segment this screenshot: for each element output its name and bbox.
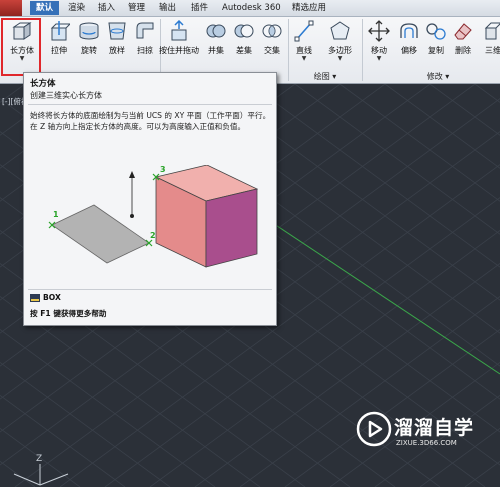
3d-operation-icon bbox=[484, 22, 500, 40]
polygon-button[interactable]: 多边形 ▼ bbox=[322, 17, 358, 73]
offset-icon bbox=[400, 23, 418, 38]
tooltip-help-hint: 按 F1 键获得更多帮助 bbox=[30, 309, 107, 318]
copy-icon bbox=[426, 23, 446, 40]
box-side-face bbox=[205, 188, 258, 268]
loft-icon bbox=[108, 22, 126, 40]
sweep-icon bbox=[136, 22, 154, 39]
tooltip-divider bbox=[28, 104, 272, 105]
sweep-button-label: 扫掠 bbox=[137, 46, 153, 55]
point-label-2: 2 bbox=[150, 231, 156, 240]
tooltip-command-name: BOX bbox=[43, 293, 61, 302]
sweep-button[interactable]: 扫掠 bbox=[129, 17, 161, 73]
tab-autodesk-360[interactable]: Autodesk 360 bbox=[216, 1, 287, 15]
presspull-button[interactable]: 按住并拖动 bbox=[158, 17, 200, 73]
watermark-text: 溜溜自学 bbox=[394, 417, 475, 439]
polygon-icon bbox=[330, 21, 350, 40]
grid-line bbox=[0, 84, 26, 103]
ucs-z-label: Z bbox=[36, 454, 42, 464]
ucs-icon: Z bbox=[13, 454, 69, 486]
presspull-icon bbox=[171, 20, 187, 41]
eraser-icon bbox=[454, 23, 472, 40]
union-icon bbox=[206, 24, 226, 38]
move-icon bbox=[368, 20, 390, 42]
base-rectangle bbox=[51, 204, 150, 264]
chevron-down-icon[interactable]: ▼ bbox=[288, 56, 320, 62]
dimension-point bbox=[130, 214, 134, 218]
extrude-button-label: 拉伸 bbox=[51, 46, 67, 55]
application-menu-button[interactable] bbox=[0, 0, 22, 16]
presspull-button-label: 按住并拖动 bbox=[159, 46, 199, 55]
tooltip-title: 长方体 bbox=[30, 79, 56, 89]
tab-featured-apps[interactable]: 精选应用 bbox=[286, 1, 332, 15]
tooltip-subtitle: 创建三维实心长方体 bbox=[30, 91, 102, 100]
command-line-icon bbox=[30, 294, 40, 302]
tab-manage[interactable]: 管理 bbox=[122, 1, 151, 15]
ribbon-separator bbox=[362, 19, 363, 81]
intersect-button-label: 交集 bbox=[264, 46, 280, 55]
tooltip-divider bbox=[28, 289, 272, 290]
tab-insert[interactable]: 插入 bbox=[92, 1, 121, 15]
extrude-button[interactable]: 拉伸 bbox=[43, 17, 75, 73]
3d-button[interactable]: 三维 bbox=[478, 17, 500, 73]
offset-button-label: 偏移 bbox=[401, 46, 417, 55]
box-tooltip: 长方体 创建三维实心长方体 始终将长方体的底面绘制为与当前 UCS 的 XY 平… bbox=[23, 72, 277, 326]
subtract-button-label: 差集 bbox=[236, 46, 252, 55]
box-button-highlight bbox=[1, 18, 41, 76]
ribbon-tab-bar: 默认 渲染 插入 管理 输出 插件 Autodesk 360 精选应用 bbox=[0, 0, 500, 17]
point-label-3: 3 bbox=[160, 165, 166, 174]
tooltip-description: 始终将长方体的底面绘制为与当前 UCS 的 XY 平面（工作平面）平行。在 Z … bbox=[30, 111, 271, 131]
point-label-1: 1 bbox=[53, 210, 59, 219]
tab-output[interactable]: 输出 bbox=[153, 1, 182, 15]
copy-button[interactable]: 复制 bbox=[423, 17, 449, 73]
tab-plugins[interactable]: 插件 bbox=[185, 1, 214, 15]
move-button[interactable]: 移动 ▼ bbox=[364, 17, 394, 73]
chevron-down-icon[interactable]: ▼ bbox=[322, 56, 358, 62]
grid-line bbox=[474, 84, 500, 103]
watermark: 溜溜自学 ZIXUE.3D66.COM bbox=[356, 411, 473, 450]
offset-button[interactable]: 偏移 bbox=[396, 17, 422, 73]
erase-button[interactable]: 删除 bbox=[450, 17, 476, 73]
union-button[interactable]: 并集 bbox=[202, 17, 230, 73]
tab-render[interactable]: 渲染 bbox=[62, 1, 91, 15]
3d-button-label: 三维 bbox=[485, 46, 500, 55]
copy-button-label: 复制 bbox=[428, 46, 444, 55]
tab-default[interactable]: 默认 bbox=[30, 1, 60, 15]
box-illustration: 1 2 3 bbox=[48, 165, 259, 268]
draw-panel-title[interactable]: 绘图 ▾ bbox=[300, 72, 350, 82]
subtract-icon bbox=[234, 24, 254, 38]
chevron-down-icon[interactable]: ▼ bbox=[364, 56, 394, 62]
modify-panel-title[interactable]: 修改 ▾ bbox=[418, 72, 458, 82]
watermark-logo-icon bbox=[356, 411, 392, 447]
watermark-url: ZIXUE.3D66.COM bbox=[396, 439, 457, 447]
dimension-arrow-icon bbox=[129, 171, 135, 178]
subtract-button[interactable]: 差集 bbox=[230, 17, 258, 73]
revolve-icon bbox=[79, 22, 99, 40]
union-button-label: 并集 bbox=[208, 46, 224, 55]
erase-button-label: 删除 bbox=[455, 46, 471, 55]
line-button[interactable]: 直线 ▼ bbox=[288, 17, 320, 73]
intersect-button[interactable]: 交集 bbox=[258, 17, 286, 73]
intersect-icon bbox=[262, 24, 282, 38]
extrude-icon bbox=[50, 21, 70, 41]
line-icon bbox=[294, 20, 314, 42]
